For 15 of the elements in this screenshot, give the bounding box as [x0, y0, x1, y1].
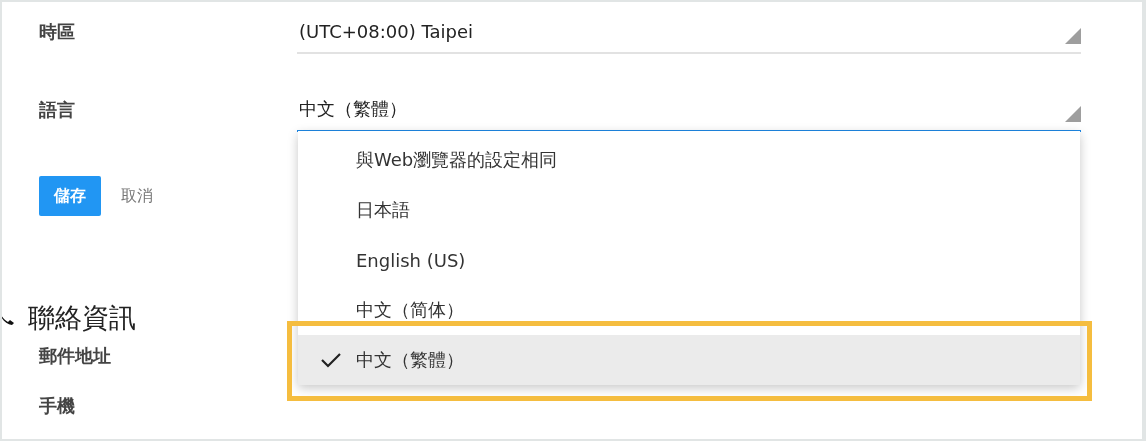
field-label: 時區	[39, 20, 76, 44]
field-label: 語言	[39, 98, 76, 122]
dropdown-option[interactable]: 中文（繁體）	[298, 335, 1080, 385]
dropdown-option[interactable]: 日本語	[298, 185, 1080, 235]
select-field[interactable]: (UTC+08:00) Taipei	[297, 10, 1081, 54]
section-title: 聯絡資訊	[28, 301, 136, 335]
dropdown-option[interactable]: 與Web瀏覽器的設定相同	[298, 135, 1080, 185]
cancel-button[interactable]: 取消	[119, 185, 155, 207]
field-label: 郵件地址	[39, 344, 112, 368]
field-label: 手機	[39, 394, 76, 418]
dropdown-option[interactable]: 中文（简体）	[298, 285, 1080, 335]
dropdown-corner-icon	[1065, 28, 1081, 44]
dropdown-corner-icon	[1065, 106, 1081, 122]
check-icon	[321, 352, 341, 368]
dropdown-option[interactable]: English (US)	[298, 235, 1080, 285]
